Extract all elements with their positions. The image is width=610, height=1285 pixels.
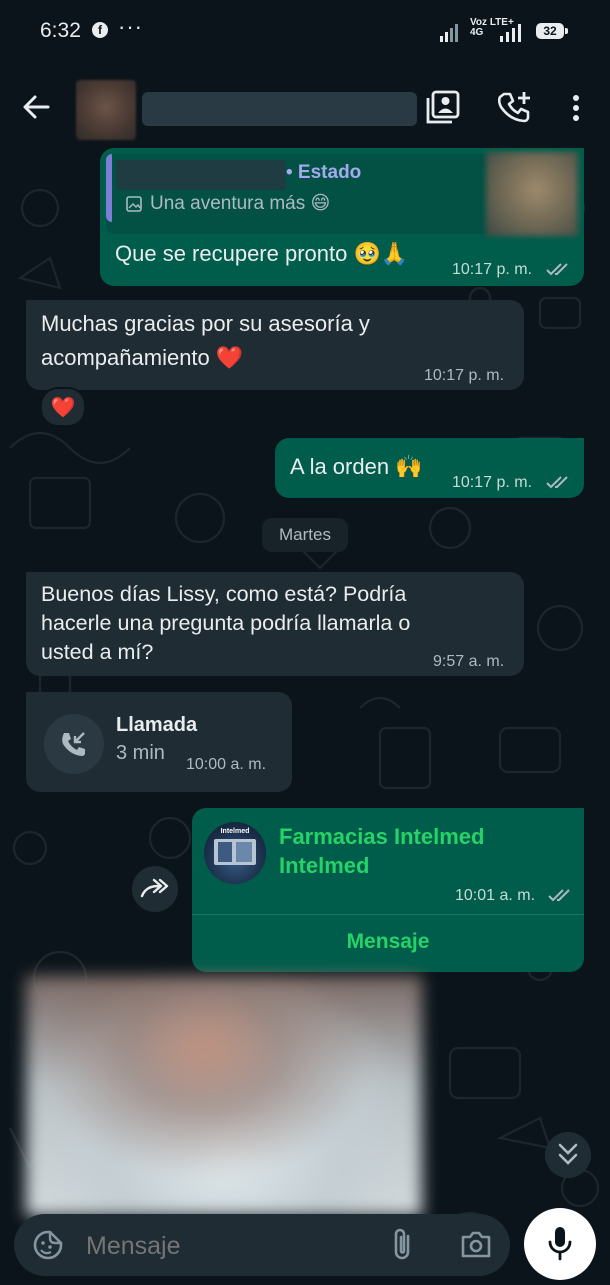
quoted-contact-redacted xyxy=(116,160,286,190)
contact-card-icon[interactable] xyxy=(426,90,460,124)
forward-icon xyxy=(140,878,169,898)
message-time: 10:17 p. m. xyxy=(452,474,533,491)
contact-name-redacted[interactable] xyxy=(142,92,417,126)
status-thumbnail xyxy=(486,152,578,236)
message-text-line2: hacerle una pregunta podría llamarla o xyxy=(41,611,411,635)
sticker-icon[interactable] xyxy=(32,1229,64,1261)
message-text: A la orden 🙌 xyxy=(290,454,423,479)
message-contact-button[interactable]: Mensaje xyxy=(192,930,584,954)
message-text: Que se recupere pronto 🥹🙏 xyxy=(115,241,409,266)
message-time: 10:00 a. m. xyxy=(186,756,267,773)
message-time: 10:17 p. m. xyxy=(452,261,533,278)
add-call-icon[interactable] xyxy=(498,90,532,124)
camera-icon[interactable] xyxy=(460,1229,492,1259)
card-divider xyxy=(192,914,584,915)
signal-icon xyxy=(440,24,458,42)
battery-tip xyxy=(565,28,568,34)
more-vert-icon[interactable] xyxy=(568,94,584,122)
microphone-icon xyxy=(548,1227,572,1261)
image-icon xyxy=(126,196,142,212)
incoming-call-icon xyxy=(62,732,85,756)
status-time: 6:32 xyxy=(40,19,81,42)
call-title: Llamada xyxy=(116,714,198,736)
heart-reaction[interactable]: ❤️ xyxy=(40,387,86,427)
quote-label: • Estado xyxy=(286,162,362,183)
message-time: 10:01 a. m. xyxy=(455,887,536,904)
contact-logo: Intelmed xyxy=(204,822,266,884)
read-receipt-icon xyxy=(546,263,568,276)
contact-name-line1: Farmacias Intelmed xyxy=(279,824,485,849)
more-notifications-icon: ··· xyxy=(118,14,143,39)
image-message-blurred[interactable] xyxy=(26,976,422,1216)
message-time: 10:17 p. m. xyxy=(424,367,505,384)
quote-accent-bar xyxy=(106,154,112,222)
read-receipt-icon xyxy=(546,476,568,489)
date-chip: Martes xyxy=(262,518,348,552)
facebook-notification-icon: f xyxy=(92,22,108,38)
back-arrow-icon[interactable] xyxy=(22,93,50,121)
message-text-line3: usted a mí? xyxy=(41,640,154,664)
message-text-line1: Muchas gracias por su asesoría y xyxy=(41,311,370,336)
attach-icon[interactable] xyxy=(390,1226,416,1262)
read-receipt-icon xyxy=(548,889,570,902)
battery-icon: 32 xyxy=(536,23,564,39)
message-text-line2: acompañamiento ❤️ xyxy=(41,345,244,370)
contact-name-line2: Intelmed xyxy=(279,853,370,878)
message-input[interactable] xyxy=(84,1226,368,1266)
message-time: 9:57 a. m. xyxy=(433,653,505,670)
double-chevron-down-icon xyxy=(558,1143,578,1165)
quote-text: Una aventura más 😄 xyxy=(150,193,331,214)
message-text-line1: Buenos días Lissy, como está? Podría xyxy=(41,582,407,606)
contact-avatar[interactable] xyxy=(76,80,136,140)
call-duration: 3 min xyxy=(116,742,165,764)
signal-icon-2 xyxy=(500,24,521,42)
